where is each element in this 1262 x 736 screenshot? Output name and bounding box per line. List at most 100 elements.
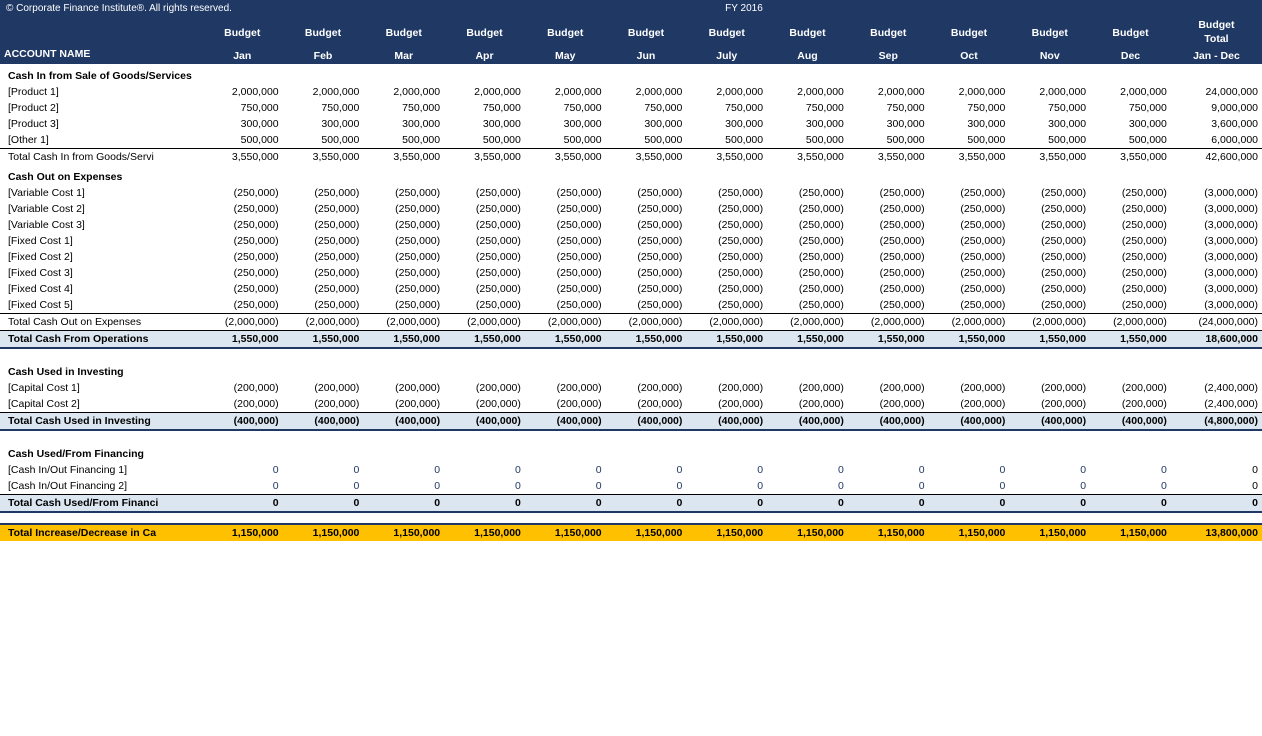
value-cell: (200,000) [1090,396,1171,413]
total-row: Total Cash Used in Investing(400,000)(40… [0,413,1262,431]
value-cell: (250,000) [444,281,525,297]
nov-header: Nov [1009,48,1090,64]
value-cell: 0 [848,478,929,495]
value-cell: (250,000) [1090,249,1171,265]
total-cell: (3,000,000) [1171,249,1262,265]
subtotal-value-cell: 3,550,000 [444,149,525,166]
nov-budget-header: Budget [1009,17,1090,48]
header-row: ACCOUNT NAME Budget Budget Budget Budget… [0,17,1262,48]
value-cell: 2,000,000 [202,84,283,100]
total-cell: (3,000,000) [1171,201,1262,217]
value-cell: (250,000) [929,265,1010,281]
account-name-cell: [Variable Cost 2] [0,201,202,217]
value-cell: 0 [767,462,848,478]
empty-row [0,430,1262,442]
value-cell: 750,000 [525,100,606,116]
value-cell: 0 [929,462,1010,478]
total-value-cell: (400,000) [848,413,929,431]
value-cell: (250,000) [686,265,767,281]
grand-total-value-cell: 1,150,000 [686,524,767,541]
section-header-cell: Cash Out on Expenses [0,165,1262,185]
value-cell: (250,000) [363,249,444,265]
subtotal-name-cell: Total Cash In from Goods/Servi [0,149,202,166]
total-value-cell: (400,000) [525,413,606,431]
value-cell: (250,000) [767,281,848,297]
grand-total-name-cell: Total Increase/Decrease in Ca [0,524,202,541]
value-cell: (250,000) [363,233,444,249]
total-value-cell: 0 [606,495,687,513]
value-cell: (250,000) [686,217,767,233]
dec-header: Dec [1090,48,1171,64]
total-value-cell: 1,550,000 [444,331,525,349]
top-bar: © Corporate Finance Institute®. All righ… [0,0,1262,17]
value-cell: (250,000) [1090,281,1171,297]
table-row: [Fixed Cost 3](250,000)(250,000)(250,000… [0,265,1262,281]
value-cell: (250,000) [1009,217,1090,233]
total-name-cell: Total Cash Used in Investing [0,413,202,431]
mar-header: Mar [363,48,444,64]
value-cell: (200,000) [686,380,767,396]
value-cell: 2,000,000 [929,84,1010,100]
account-name-cell: [Other 1] [0,132,202,149]
value-cell: (250,000) [1090,297,1171,314]
value-cell: (250,000) [1009,297,1090,314]
subtotal-name-cell: Total Cash Out on Expenses [0,314,202,331]
value-cell: 0 [1009,478,1090,495]
value-cell: (250,000) [202,201,283,217]
jul-budget-header: Budget [686,17,767,48]
value-cell: (250,000) [202,265,283,281]
value-cell: (250,000) [202,249,283,265]
value-cell: (250,000) [848,297,929,314]
total-total-cell: 18,600,000 [1171,331,1262,349]
total-value-cell: 0 [283,495,364,513]
subtotal-value-cell: (2,000,000) [606,314,687,331]
grand-total-value-cell: 1,150,000 [202,524,283,541]
value-cell: 300,000 [929,116,1010,132]
value-cell: (250,000) [606,185,687,201]
value-cell: 0 [444,478,525,495]
value-cell: (250,000) [363,265,444,281]
apr-header: Apr [444,48,525,64]
grand-total-value-cell: 1,150,000 [1009,524,1090,541]
grand-total-total-cell: 13,800,000 [1171,524,1262,541]
value-cell: (250,000) [525,217,606,233]
value-cell: 300,000 [444,116,525,132]
value-cell: 750,000 [767,100,848,116]
total-value-cell: 0 [363,495,444,513]
section-header-row: Cash Out on Expenses [0,165,1262,185]
value-cell: (250,000) [848,217,929,233]
total-value-cell: (400,000) [363,413,444,431]
subtotal-value-cell: (2,000,000) [929,314,1010,331]
total-value-cell: 1,550,000 [1009,331,1090,349]
value-cell: (250,000) [767,265,848,281]
value-cell: 0 [363,478,444,495]
value-cell: 300,000 [363,116,444,132]
value-cell: 2,000,000 [848,84,929,100]
table-row: [Fixed Cost 4](250,000)(250,000)(250,000… [0,281,1262,297]
value-cell: (250,000) [1090,233,1171,249]
value-cell: (250,000) [606,265,687,281]
total-value-cell: 1,550,000 [202,331,283,349]
aug-header: Aug [767,48,848,64]
total-cell: (3,000,000) [1171,233,1262,249]
total-row: Total Cash Used/From Financi000000000000… [0,495,1262,513]
value-cell: (250,000) [283,249,364,265]
value-cell: 500,000 [606,132,687,149]
value-cell: (250,000) [444,249,525,265]
total-value-cell: 1,550,000 [929,331,1010,349]
total-cell: (3,000,000) [1171,217,1262,233]
subtotal-value-cell: (2,000,000) [444,314,525,331]
value-cell: 0 [1090,462,1171,478]
value-cell: 0 [606,462,687,478]
value-cell: (200,000) [929,380,1010,396]
subtotal-value-cell: (2,000,000) [686,314,767,331]
subtotal-value-cell: 3,550,000 [283,149,364,166]
value-cell: (250,000) [1009,265,1090,281]
subtotal-value-cell: (2,000,000) [1090,314,1171,331]
value-cell: 300,000 [283,116,364,132]
total-value-cell: (400,000) [444,413,525,431]
copyright-text: © Corporate Finance Institute®. All righ… [6,3,232,14]
value-cell: (250,000) [767,217,848,233]
value-cell: 300,000 [202,116,283,132]
total-value-cell: (400,000) [767,413,848,431]
